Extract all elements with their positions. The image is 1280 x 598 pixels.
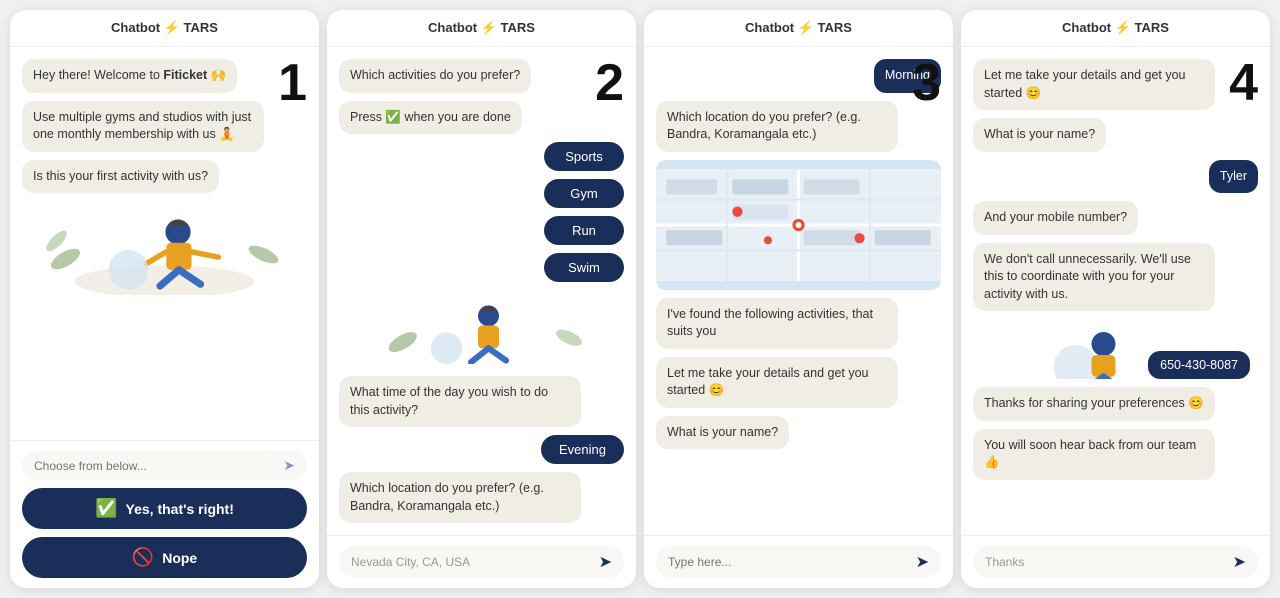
- illustration-4-area: 650-430-8087: [973, 319, 1258, 379]
- bubble-welcome: Hey there! Welcome to Fiticket 🙌: [22, 59, 237, 93]
- bubble-hear-back: You will soon hear back from our team 👍: [973, 429, 1215, 480]
- chat-body-2: 2 Which activities do you prefer? Press …: [327, 47, 636, 535]
- chat-card-2: Chatbot ⚡ TARS 2 Which activities do you…: [327, 10, 636, 588]
- bubble-no-call: We don't call unnecessarily. We'll use t…: [973, 243, 1215, 312]
- chat-card-4: Chatbot ⚡ TARS 4 Let me take your detail…: [961, 10, 1270, 588]
- step-number-1: 1: [278, 57, 307, 109]
- send-button-2[interactable]: ➤: [599, 552, 612, 572]
- yes-button-1[interactable]: ✅ Yes, that's right!: [22, 488, 307, 529]
- input-row-4[interactable]: ➤: [973, 546, 1258, 578]
- send-button-3[interactable]: ➤: [916, 552, 929, 572]
- step-number-2: 2: [595, 57, 624, 109]
- chat-header-3: Chatbot ⚡ TARS: [644, 10, 953, 47]
- step-number-4: 4: [1229, 57, 1258, 109]
- chat-input-area-3: ➤: [644, 535, 953, 588]
- bubble-time: What time of the day you wish to do this…: [339, 376, 581, 427]
- chat-card-3: Chatbot ⚡ TARS 3 Morning Which location …: [644, 10, 953, 588]
- option-sports[interactable]: Sports: [544, 142, 624, 171]
- chat-header-4: Chatbot ⚡ TARS: [961, 10, 1270, 47]
- option-run[interactable]: Run: [544, 216, 624, 245]
- time-evening-btn[interactable]: Evening: [541, 435, 624, 464]
- bubble-location-q-3: Which location do you prefer? (e.g. Band…: [656, 101, 898, 152]
- input-row-3[interactable]: ➤: [656, 546, 941, 578]
- bubble-location-2: Which location do you prefer? (e.g. Band…: [339, 472, 581, 523]
- bubble-activities: Which activities do you prefer?: [339, 59, 531, 93]
- chat-card-1: Chatbot ⚡ TARS 1 Hey there! Welcome to F…: [10, 10, 319, 588]
- option-gym[interactable]: Gym: [544, 179, 624, 208]
- yes-icon: ✅: [95, 498, 117, 519]
- chat-body-1: 1 Hey there! Welcome to Fiticket 🙌 Use m…: [10, 47, 319, 440]
- bubble-question: Is this your first activity with us?: [22, 160, 219, 194]
- illustration-2: [339, 294, 624, 364]
- chat-body-4: 4 Let me take your details and get you s…: [961, 47, 1270, 535]
- bubble-details-4: Let me take your details and get you sta…: [973, 59, 1215, 110]
- send-button-4[interactable]: ➤: [1233, 552, 1246, 572]
- header-label-2: Chatbot ⚡ TARS: [428, 20, 535, 36]
- input-row-2[interactable]: ➤: [339, 546, 624, 578]
- bubble-info: Use multiple gyms and studios with just …: [22, 101, 264, 152]
- chat-body-3: 3 Morning Which location do you prefer? …: [644, 47, 953, 535]
- chat-input-2[interactable]: [351, 555, 593, 569]
- header-label-1: Chatbot ⚡ TARS: [111, 20, 218, 36]
- bubble-name-q-4: What is your name?: [973, 118, 1106, 152]
- chat-header-1: Chatbot ⚡ TARS: [10, 10, 319, 47]
- bubble-phone: 650-430-8087: [1148, 351, 1250, 379]
- chat-input-4[interactable]: [985, 555, 1227, 569]
- header-label-4: Chatbot ⚡ TARS: [1062, 20, 1169, 36]
- bubble-mobile-q: And your mobile number?: [973, 201, 1138, 235]
- bubble-tyler: Tyler: [1209, 160, 1258, 194]
- header-label-3: Chatbot ⚡ TARS: [745, 20, 852, 36]
- no-button-1[interactable]: 🚫 Nope: [22, 537, 307, 578]
- illustration-1: [22, 205, 307, 295]
- yes-label: Yes, that's right!: [126, 501, 234, 517]
- chat-header-2: Chatbot ⚡ TARS: [327, 10, 636, 47]
- main-container: Chatbot ⚡ TARS 1 Hey there! Welcome to F…: [10, 10, 1270, 588]
- input-row-1[interactable]: ➤: [22, 451, 307, 480]
- chat-input-area-4: ➤: [961, 535, 1270, 588]
- chat-input-1[interactable]: [34, 459, 277, 473]
- step-number-3: 3: [912, 57, 941, 109]
- chat-input-area-1: ➤ ✅ Yes, that's right! 🚫 Nope: [10, 440, 319, 588]
- bubble-name-q-3: What is your name?: [656, 416, 789, 450]
- bubble-details-3: Let me take your details and get you sta…: [656, 357, 898, 408]
- map-container: Burlingame, CA, USA: [656, 160, 941, 290]
- bubble-found: I've found the following activities, tha…: [656, 298, 898, 349]
- bubble-done: Press ✅ when you are done: [339, 101, 522, 135]
- chat-input-area-2: ➤: [327, 535, 636, 588]
- bubble-thanks-pref: Thanks for sharing your preferences 😊: [973, 387, 1215, 421]
- chat-input-3[interactable]: [668, 555, 910, 569]
- no-label: Nope: [162, 550, 197, 566]
- option-swim[interactable]: Swim: [544, 253, 624, 282]
- no-icon: 🚫: [132, 547, 154, 568]
- send-button-1[interactable]: ➤: [283, 457, 295, 474]
